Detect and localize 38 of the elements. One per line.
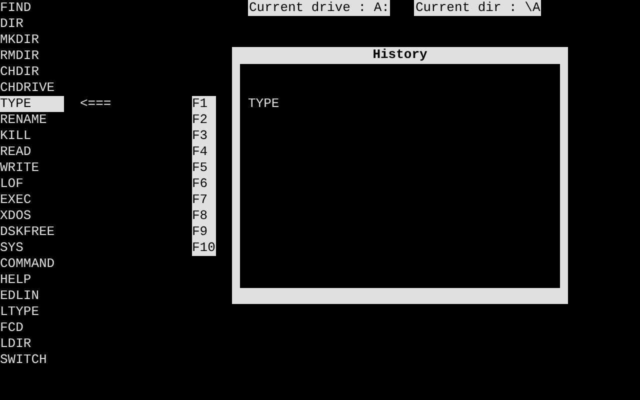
function-key[interactable]: F1	[192, 96, 216, 112]
command-item[interactable]: CHDRIVE	[0, 80, 64, 96]
current-dir-label: Current dir : \A	[414, 0, 542, 16]
command-item[interactable]: READ	[0, 144, 64, 160]
selection-arrow: <===	[80, 96, 112, 112]
function-key[interactable]: F7	[192, 192, 216, 208]
command-item[interactable]: LTYPE	[0, 304, 64, 320]
command-item[interactable]: COMMAND	[0, 256, 64, 272]
command-item[interactable]: TYPE	[0, 96, 64, 112]
function-key[interactable]: F2	[192, 112, 216, 128]
command-item[interactable]: EDLIN	[0, 288, 64, 304]
function-key[interactable]: F3	[192, 128, 216, 144]
command-item[interactable]: WRITE	[0, 160, 64, 176]
history-entry[interactable]: TYPE	[248, 96, 560, 112]
current-drive-label: Current drive : A:	[248, 0, 390, 16]
command-item[interactable]: FIND	[0, 0, 64, 16]
function-key[interactable]: F6	[192, 176, 216, 192]
command-item[interactable]: KILL	[0, 128, 64, 144]
command-item[interactable]: RENAME	[0, 112, 64, 128]
command-item[interactable]: XDOS	[0, 208, 64, 224]
command-item[interactable]: SYS	[0, 240, 64, 256]
command-item[interactable]: HELP	[0, 272, 64, 288]
command-item[interactable]: RMDIR	[0, 48, 64, 64]
function-key[interactable]: F9	[192, 224, 216, 240]
command-item[interactable]: FCD	[0, 320, 64, 336]
command-item[interactable]: CHDIR	[0, 64, 64, 80]
command-item[interactable]: DSKFREE	[0, 224, 64, 240]
command-item[interactable]: SWITCH	[0, 352, 64, 368]
function-key[interactable]: F10	[192, 240, 216, 256]
command-item[interactable]: MKDIR	[0, 32, 64, 48]
command-item[interactable]: LDIR	[0, 336, 64, 352]
command-item[interactable]: DIR	[0, 16, 64, 32]
function-key[interactable]: F5	[192, 160, 216, 176]
history-title: History	[372, 47, 428, 64]
function-key[interactable]: F8	[192, 208, 216, 224]
command-item[interactable]: EXEC	[0, 192, 64, 208]
function-key[interactable]: F4	[192, 144, 216, 160]
command-item[interactable]: LOF	[0, 176, 64, 192]
